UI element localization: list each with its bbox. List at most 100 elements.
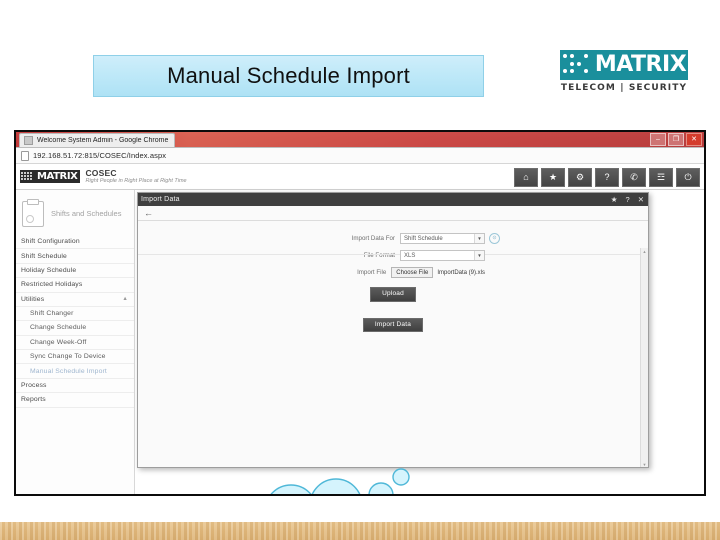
browser-titlebar: Welcome System Admin - Google Chrome – ❐… (16, 132, 704, 148)
sidebar-item-shift-configuration[interactable]: Shift Configuration (16, 235, 134, 250)
callout-bubble: To upload file, select file and click Up… (235, 467, 430, 494)
phone-icon[interactable]: ✆ (622, 168, 646, 187)
choose-file-button[interactable]: Choose File (391, 267, 434, 278)
sidebar-item-holiday-schedule[interactable]: Holiday Schedule (16, 264, 134, 279)
matrix-tagline: TELECOM | SECURITY (560, 83, 688, 93)
window-controls: – ❐ ✕ (650, 133, 702, 146)
import-data-for-row: Import Data For Shift Schedule ▼ ⊙ (286, 233, 500, 244)
import-data-for-select[interactable]: Shift Schedule ▼ (400, 233, 485, 244)
file-format-row: File Format XLS ▼ (286, 250, 500, 261)
sidebar-item-label: Shift Schedule (21, 252, 67, 260)
file-format-value: XLS (404, 252, 416, 259)
sidebar-item-label: Utilities (21, 295, 45, 303)
sidebar-item-sync-change-to-device[interactable]: Sync Change To Device (16, 350, 134, 365)
import-row: Import Data (286, 317, 500, 332)
dialog-titlebar: Import Data ★ ? ✕ (138, 193, 648, 206)
sidebar-item-change-week-off[interactable]: Change Week-Off (16, 336, 134, 350)
sidebar-section-header: Shifts and Schedules (16, 193, 134, 235)
dialog-titlebar-buttons: ★ ? ✕ (611, 193, 644, 206)
sitemap-icon[interactable]: ☲ (649, 168, 673, 187)
page-title-text: Manual Schedule Import (167, 63, 410, 88)
info-icon[interactable]: ⊙ (489, 233, 500, 244)
browser-window-screenshot: Welcome System Admin - Google Chrome – ❐… (14, 130, 706, 496)
page-info-icon (21, 150, 29, 161)
sidebar-item-reports[interactable]: Reports (16, 393, 134, 408)
cosec-logo-wordmark: MATRIX (34, 170, 81, 183)
help-icon[interactable]: ? (595, 168, 619, 187)
sidebar-item-label: Restricted Holidays (21, 281, 83, 289)
sidebar-item-label: Process (21, 381, 47, 389)
import-data-dialog: Import Data ★ ? ✕ ← Import Data For Shif… (137, 192, 649, 468)
browser-tab-title: Welcome System Admin - Google Chrome (37, 136, 169, 144)
divider (138, 254, 648, 255)
dialog-content: Import Data For Shift Schedule ▼ ⊙ File … (138, 221, 648, 467)
address-bar[interactable]: 192.168.51.72:815/COSEC/Index.aspx (16, 148, 704, 164)
sidebar-section-title: Shifts and Schedules (51, 208, 122, 218)
import-data-for-value: Shift Schedule (404, 235, 443, 242)
sidebar-item-label: Shift Changer (30, 310, 74, 318)
favorite-icon[interactable]: ★ (611, 196, 618, 204)
chevron-down-icon: ▼ (474, 234, 484, 243)
browser-tab[interactable]: Welcome System Admin - Google Chrome (19, 132, 176, 147)
dialog-scrollbar[interactable]: ▲ ▼ (640, 248, 648, 467)
gear-icon[interactable]: ⚙ (568, 168, 592, 187)
main-content: Import Data ★ ? ✕ ← Import Data For Shif… (135, 190, 704, 494)
sidebar-item-label: Shift Configuration (21, 238, 80, 246)
chevron-up-icon: ▲ (122, 296, 128, 303)
file-format-select[interactable]: XLS ▼ (400, 250, 485, 261)
header-icon-bar: ⌂ ★ ⚙ ? ✆ ☲ ⏻ (514, 168, 700, 187)
scroll-down-icon[interactable]: ▼ (641, 461, 648, 467)
matrix-dots-icon (560, 50, 593, 80)
sidebar-item-utilities[interactable]: Utilities ▲ (16, 293, 134, 307)
help-icon[interactable]: ? (626, 196, 630, 204)
favicon-icon (24, 135, 33, 145)
scroll-up-icon[interactable]: ▲ (641, 248, 648, 255)
sidebar-item-manual-schedule-import[interactable]: Manual Schedule Import (16, 364, 134, 379)
chosen-file-name: ImportData (9).xls (437, 269, 485, 276)
dialog-title: Import Data (141, 196, 180, 203)
sidebar-item-label: Manual Schedule Import (30, 367, 107, 375)
cosec-dots-icon (20, 170, 34, 183)
cosec-logo: MATRIX (20, 170, 81, 183)
app-body: Shifts and Schedules Shift Configuration… (16, 190, 704, 494)
sidebar-item-label: Reports (21, 396, 46, 404)
minimize-button[interactable]: – (650, 133, 666, 146)
callout-shape (270, 468, 410, 494)
sidebar-item-process[interactable]: Process (16, 379, 134, 394)
sidebar-item-label: Sync Change To Device (30, 353, 106, 361)
home-icon[interactable]: ⌂ (514, 168, 538, 187)
star-icon[interactable]: ★ (541, 168, 565, 187)
maximize-button[interactable]: ❐ (668, 133, 684, 146)
sidebar-item-shift-changer[interactable]: Shift Changer (16, 307, 134, 322)
import-data-button[interactable]: Import Data (362, 317, 424, 332)
matrix-logo-row: MATRIX (560, 50, 688, 80)
upload-button[interactable]: Upload (370, 287, 416, 302)
sidebar-item-change-schedule[interactable]: Change Schedule (16, 321, 134, 336)
page-title: Manual Schedule Import (93, 55, 484, 97)
import-file-label: Import File (357, 269, 387, 276)
product-name: COSEC (85, 168, 117, 179)
sidebar-item-restricted-holidays[interactable]: Restricted Holidays (16, 278, 134, 293)
address-bar-url: 192.168.51.72:815/COSEC/Index.aspx (33, 151, 167, 160)
sidebar: Shifts and Schedules Shift Configuration… (16, 190, 135, 494)
sidebar-item-label: Holiday Schedule (21, 266, 77, 274)
power-icon[interactable]: ⏻ (676, 168, 700, 187)
back-arrow-icon[interactable]: ← (144, 208, 153, 218)
sidebar-item-shift-schedule[interactable]: Shift Schedule (16, 249, 134, 264)
import-file-row: Import File Choose File ImportData (9).x… (286, 267, 500, 278)
product-tagline: Right People in Right Place at Right Tim… (85, 177, 187, 184)
close-button[interactable]: ✕ (686, 133, 702, 146)
clipboard-icon (22, 199, 44, 227)
close-icon[interactable]: ✕ (638, 196, 644, 204)
dialog-toolbar: ← (138, 206, 648, 221)
upload-row: Upload (286, 287, 500, 302)
chevron-down-icon: ▼ (474, 251, 484, 260)
sidebar-item-label: Change Schedule (30, 324, 87, 332)
matrix-logo: MATRIX TELECOM | SECURITY (560, 50, 688, 94)
app-header: MATRIX COSEC Right People in Right Place… (16, 164, 704, 190)
import-data-for-label: Import Data For (351, 235, 395, 242)
footer-strip (0, 522, 720, 540)
app-brand: COSEC Right People in Right Place at Rig… (85, 169, 186, 184)
matrix-wordmark: MATRIX (593, 50, 688, 80)
file-input-group: Choose File ImportData (9).xls (391, 267, 485, 278)
